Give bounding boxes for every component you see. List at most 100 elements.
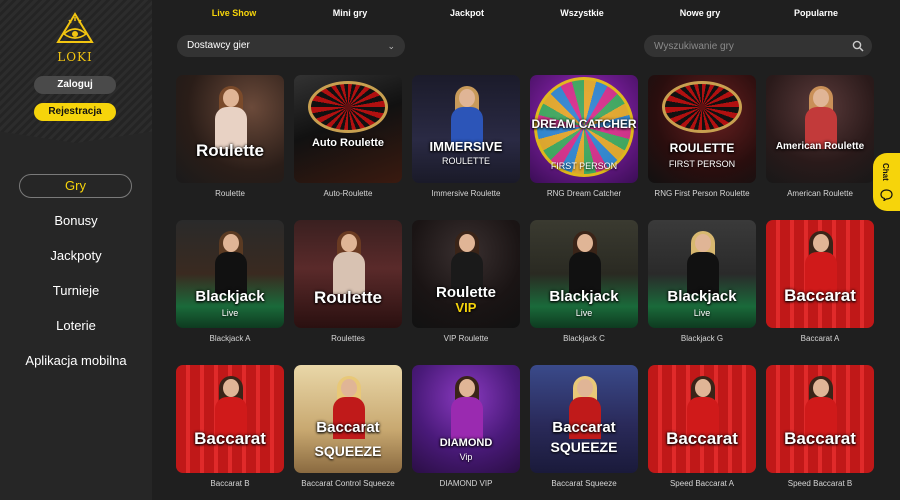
game-card[interactable]: Baccarat SQUEEZE Baccarat Squeeze: [530, 365, 638, 488]
game-thumbnail[interactable]: Roulette: [294, 220, 402, 328]
game-logo-subtitle: SQUEEZE: [550, 439, 618, 455]
register-button[interactable]: Rejestracja: [34, 103, 116, 121]
game-logo-subtitle: VIP: [455, 300, 477, 315]
search-icon[interactable]: [852, 40, 864, 52]
game-logo-title: Baccarat: [784, 429, 856, 448]
roulette-wheel-image: [662, 81, 742, 133]
dealer-image: [568, 231, 602, 294]
sidebar-item-lotteries[interactable]: Loterie: [0, 314, 152, 349]
game-caption: Baccarat B: [210, 479, 250, 488]
game-logo-title: Roulette: [436, 284, 496, 301]
game-thumbnail[interactable]: ROULETTE FIRST PERSON: [648, 75, 756, 183]
game-logo-title: Blackjack: [195, 288, 265, 305]
game-logo-title: Auto Roulette: [311, 137, 385, 149]
game-thumbnail[interactable]: Baccarat: [648, 365, 756, 473]
category-tabs: Live Show Mini gry Jackpot Wszystkie Now…: [152, 0, 900, 28]
game-card[interactable]: Auto Roulette Auto-Roulette: [294, 75, 402, 198]
game-logo-subtitle: ROULETTE: [441, 156, 490, 166]
game-thumbnail[interactable]: IMMERSIVE ROULETTE: [412, 75, 520, 183]
tab-popular[interactable]: Popularne: [794, 8, 838, 18]
game-caption: Immersive Roulette: [431, 189, 501, 198]
main-content: Live Show Mini gry Jackpot Wszystkie Now…: [152, 0, 900, 500]
chat-button[interactable]: Chat: [873, 153, 900, 211]
game-card[interactable]: Roulette Roulette: [176, 75, 284, 198]
game-thumbnail[interactable]: DIAMOND Vip: [412, 365, 520, 473]
game-thumbnail[interactable]: Roulette: [176, 75, 284, 183]
game-thumbnail[interactable]: Blackjack Live: [176, 220, 284, 328]
sidebar-item-games[interactable]: Gry: [19, 174, 132, 198]
game-logo-title: Roulette: [196, 141, 264, 160]
logo[interactable]: LOKI: [52, 12, 98, 64]
search-box[interactable]: [644, 35, 872, 57]
provider-label: Dostawcy gier: [187, 40, 250, 51]
game-thumbnail[interactable]: Baccarat: [766, 365, 874, 473]
game-caption: Blackjack G: [680, 334, 724, 343]
sidebar-item-mobile-app[interactable]: Aplikacja mobilna: [0, 349, 152, 384]
dealer-image: [804, 231, 838, 294]
dealer-image: [214, 86, 248, 149]
game-card[interactable]: DIAMOND Vip DIAMOND VIP: [412, 365, 520, 488]
game-thumbnail[interactable]: Blackjack Live: [648, 220, 756, 328]
logo-text: LOKI: [57, 50, 93, 64]
game-caption: American Roulette: [787, 189, 853, 198]
tab-live-show[interactable]: Live Show: [212, 8, 257, 18]
game-thumbnail[interactable]: American Roulette: [766, 75, 874, 183]
game-thumbnail[interactable]: Auto Roulette: [294, 75, 402, 183]
provider-dropdown[interactable]: Dostawcy gier ⌄: [177, 35, 405, 57]
game-logo-title: Baccarat: [316, 419, 380, 436]
game-card[interactable]: Baccarat SQUEEZE Baccarat Control Squeeze: [294, 365, 402, 488]
game-thumbnail[interactable]: Blackjack Live: [530, 220, 638, 328]
game-card[interactable]: Baccarat Baccarat B: [176, 365, 284, 488]
game-card[interactable]: ROULETTE FIRST PERSON RNG First Person Rou…: [648, 75, 756, 198]
game-card[interactable]: Blackjack Live Blackjack C: [530, 220, 638, 343]
game-caption: Speed Baccarat B: [787, 479, 853, 488]
tab-new-games[interactable]: Nowe gry: [680, 8, 721, 18]
chat-label: Chat: [881, 163, 890, 181]
game-card[interactable]: Blackjack Live Blackjack G: [648, 220, 756, 343]
game-card[interactable]: Baccarat Speed Baccarat B: [766, 365, 874, 488]
game-logo-title: Baccarat: [194, 429, 266, 448]
dealer-image: [332, 231, 366, 294]
sidebar: LOKI Zaloguj Rejestracja Gry Bonusy Jack…: [0, 0, 152, 500]
game-logo-title: DIAMOND: [439, 437, 493, 449]
tab-mini-games[interactable]: Mini gry: [333, 8, 368, 18]
game-logo-title: American Roulette: [775, 141, 865, 152]
sidebar-item-bonuses[interactable]: Bonusy: [0, 209, 152, 244]
game-caption: VIP Roulette: [443, 334, 489, 343]
game-thumbnail[interactable]: Roulette VIP: [412, 220, 520, 328]
game-thumbnail[interactable]: DREAM CATCHER FIRST PERSON: [530, 75, 638, 183]
game-thumbnail[interactable]: Baccarat SQUEEZE: [294, 365, 402, 473]
game-card[interactable]: American Roulette American Roulette: [766, 75, 874, 198]
sidebar-item-jackpots[interactable]: Jackpoty: [0, 244, 152, 279]
game-caption: RNG First Person Roulette: [654, 189, 750, 198]
game-card[interactable]: Baccarat Speed Baccarat A: [648, 365, 756, 488]
game-card[interactable]: Blackjack Live Blackjack A: [176, 220, 284, 343]
game-logo-title: ROULETTE: [669, 141, 735, 155]
game-card[interactable]: DREAM CATCHER FIRST PERSON RNG Dream Catch…: [530, 75, 638, 198]
game-caption: Speed Baccarat A: [669, 479, 735, 488]
game-caption: Baccarat A: [800, 334, 840, 343]
sidebar-item-tournaments[interactable]: Turnieje: [0, 279, 152, 314]
game-thumbnail[interactable]: Baccarat: [176, 365, 284, 473]
game-caption: Blackjack A: [209, 334, 251, 343]
game-caption: Baccarat Squeeze: [551, 479, 617, 488]
game-card[interactable]: IMMERSIVE ROULETTE Immersive Roulette: [412, 75, 520, 198]
game-logo-subtitle: Live: [575, 308, 593, 318]
game-logo-title: Baccarat: [784, 286, 856, 305]
game-card[interactable]: Roulette VIP VIP Roulette: [412, 220, 520, 343]
game-logo-subtitle: FIRST PERSON: [668, 159, 736, 169]
game-caption: DIAMOND VIP: [439, 479, 493, 488]
game-caption: Auto-Roulette: [323, 189, 373, 198]
login-button[interactable]: Zaloguj: [34, 76, 116, 94]
game-thumbnail[interactable]: Baccarat SQUEEZE: [530, 365, 638, 473]
tab-jackpot[interactable]: Jackpot: [450, 8, 484, 18]
game-logo-subtitle: SQUEEZE: [314, 443, 382, 459]
tab-all[interactable]: Wszystkie: [560, 8, 604, 18]
game-logo-subtitle: FIRST PERSON: [550, 161, 618, 171]
game-thumbnail[interactable]: Baccarat: [766, 220, 874, 328]
dealer-image: [214, 231, 248, 294]
eye-logo-icon: [56, 12, 94, 43]
search-input[interactable]: [654, 38, 834, 54]
game-card[interactable]: Roulette Roulettes: [294, 220, 402, 343]
game-card[interactable]: Baccarat Baccarat A: [766, 220, 874, 343]
